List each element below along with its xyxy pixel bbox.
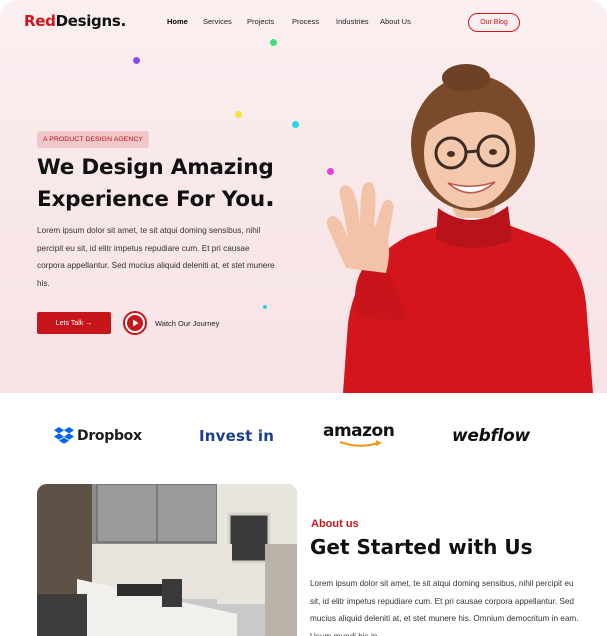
decorative-dot — [270, 39, 277, 46]
nav-item-industries[interactable]: Industries — [336, 17, 369, 26]
logo-dark-part: Designs. — [55, 12, 127, 30]
watch-journey-link[interactable]: Watch Our Journey — [155, 319, 219, 328]
headline-line-1: We Design Amazing — [37, 155, 274, 180]
kitchen-photo — [37, 484, 297, 636]
investin-logo: Invest in — [199, 393, 274, 478]
landing-page: RedDesigns. Home Services Projects Proce… — [0, 0, 607, 636]
nav-item-projects[interactable]: Projects — [247, 17, 274, 26]
decorative-dot — [235, 111, 242, 118]
headline-line-2-text: Experience For You — [37, 187, 265, 212]
nav-item-services[interactable]: Services — [203, 17, 232, 26]
webflow-logo: webflow — [452, 393, 530, 478]
lets-talk-button[interactable]: Lets Talk → — [37, 312, 111, 334]
play-button[interactable] — [123, 311, 147, 335]
headline-period: . — [264, 183, 275, 213]
partner-logos: Dropbox Invest in amazon webflow — [0, 393, 607, 478]
amazon-logo: amazon — [323, 393, 395, 478]
our-blog-button[interactable]: Our Blog — [468, 13, 520, 32]
nav-item-home[interactable]: Home — [167, 17, 188, 26]
dropbox-wordmark: Dropbox — [77, 427, 142, 444]
nav-item-about-us[interactable]: About Us — [380, 17, 411, 26]
decorative-dot — [263, 305, 267, 309]
hero-headline: We Design Amazing Experience For You. — [37, 153, 307, 215]
dropbox-logo-icon — [54, 427, 74, 444]
about-text: Lorem ipsum dolor sit amet, te sit atqui… — [310, 579, 579, 636]
agency-badge: A PRODUCT DESIGN AGENCY — [37, 131, 149, 148]
investin-wordmark: Invest in — [199, 426, 275, 445]
webflow-wordmark: webflow — [452, 425, 530, 446]
hero-person-image — [326, 64, 593, 393]
logo-red-part: Red — [24, 12, 56, 30]
dropbox-logo: Dropbox — [54, 393, 142, 478]
play-icon — [127, 315, 143, 331]
headline-line-2: Experience For You. — [37, 183, 307, 215]
decorative-dot — [133, 57, 140, 64]
nav-item-process[interactable]: Process — [292, 17, 319, 26]
hero-section: RedDesigns. Home Services Projects Proce… — [0, 0, 607, 393]
amazon-smile-icon — [339, 440, 382, 447]
about-kicker: About us — [311, 518, 359, 530]
site-logo[interactable]: RedDesigns. — [24, 12, 126, 30]
amazon-wordmark: amazon — [323, 421, 395, 441]
hero-description: Lorem ipsum dolor sit amet, te sit atqui… — [37, 226, 275, 288]
about-title: Get Started with Us — [310, 535, 533, 559]
